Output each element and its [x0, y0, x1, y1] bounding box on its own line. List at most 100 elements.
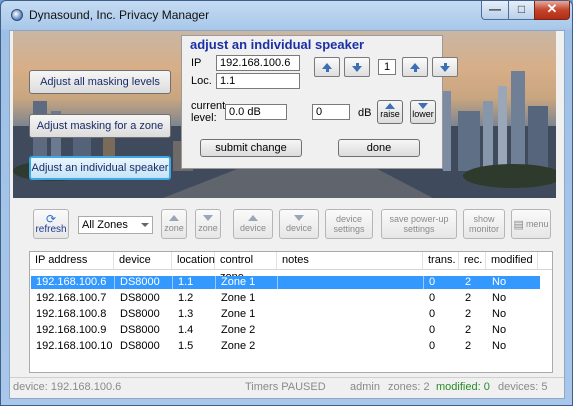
current-level-label-2: level:	[191, 112, 217, 124]
window-title: Dynasound, Inc. Privacy Manager	[29, 8, 210, 22]
cell-ip: 192.168.100.8	[36, 308, 107, 320]
index-field[interactable]: 1	[378, 59, 396, 75]
cell-device: DS8000	[120, 308, 160, 320]
cell-zone: Zone 1	[221, 308, 256, 320]
index-down-button[interactable]	[432, 57, 458, 77]
cell-modified: No	[492, 324, 507, 336]
column-header-device[interactable]: device	[114, 252, 172, 269]
status-user: admin	[350, 381, 380, 393]
arrow-down-icon	[440, 65, 450, 72]
table-row[interactable]: 192.168.100.9 DS8000 1.4 Zone 2 0 2 No	[31, 324, 540, 337]
index-up-button[interactable]	[402, 57, 428, 77]
column-header-location[interactable]: location	[172, 252, 215, 269]
cell-ip: 192.168.100.9	[36, 324, 107, 336]
table-row[interactable]: 192.168.100.10 DS8000 1.5 Zone 2 0 2 No	[31, 340, 540, 353]
status-modified: modified: 0	[436, 381, 490, 393]
cell-notes	[278, 324, 283, 337]
table-row[interactable]: 192.168.100.6 DS8000 1.1 Zone 1 0 2 No	[31, 276, 540, 289]
submit-change-button[interactable]: submit change	[200, 139, 302, 157]
panel-title: adjust an individual speaker	[190, 37, 365, 52]
column-header-notes[interactable]: notes	[277, 252, 423, 269]
refresh-icon: ⟳	[45, 211, 57, 226]
device-down-label: device	[285, 223, 312, 233]
table-row[interactable]: 192.168.100.7 DS8000 1.2 Zone 1 0 2 No	[31, 292, 540, 305]
device-down-button[interactable]: device	[279, 209, 319, 239]
cell-device: DS8000	[120, 292, 160, 304]
close-button[interactable]: ✕	[534, 1, 570, 20]
ip-field[interactable]: 192.168.100.6	[216, 55, 300, 71]
cell-rec: 2	[465, 324, 472, 336]
minimize-button[interactable]: —	[481, 1, 509, 20]
raise-button[interactable]: raise	[377, 100, 403, 124]
ip-down-button[interactable]	[344, 57, 370, 77]
cell-ip: 192.168.100.6	[36, 276, 107, 288]
arrow-up-icon	[169, 215, 179, 221]
title-bar[interactable]: Dynasound, Inc. Privacy Manager — □ ✕	[1, 1, 572, 29]
zone-up-button[interactable]: zone	[161, 209, 187, 239]
status-timers: Timers PAUSED	[245, 381, 326, 393]
cell-trans: 0	[429, 276, 436, 288]
cell-trans: 0	[429, 340, 436, 352]
cell-modified: No	[492, 340, 507, 352]
zone-down-button[interactable]: zone	[195, 209, 221, 239]
adjust-all-masking-button[interactable]: Adjust all masking levels	[29, 70, 171, 94]
cell-rec: 2	[465, 276, 472, 288]
cell-ip: 192.168.100.7	[36, 292, 107, 304]
ip-up-button[interactable]	[314, 57, 340, 77]
cell-zone: Zone 1	[221, 292, 256, 304]
toolbar: ⟳ refresh All Zones zone zone device dev…	[21, 209, 561, 239]
column-header-modified[interactable]: modified	[486, 252, 538, 269]
arrow-up-icon	[248, 215, 258, 221]
cell-zone: Zone 2	[221, 340, 256, 352]
refresh-button[interactable]: ⟳ refresh	[33, 209, 69, 239]
cell-rec: 2	[465, 292, 472, 304]
lower-label: lower	[412, 109, 434, 119]
table-row[interactable]: 192.168.100.8 DS8000 1.3 Zone 1 0 2 No	[31, 308, 540, 321]
status-bar: device: 192.168.100.6 Timers PAUSED admi…	[10, 377, 564, 397]
adjust-individual-speaker-button[interactable]: Adjust an individual speaker	[29, 156, 171, 180]
status-zones: zones: 2	[388, 381, 430, 393]
arrow-down-icon	[294, 215, 304, 221]
device-up-label: device	[239, 223, 266, 233]
cell-trans: 0	[429, 308, 436, 320]
arrow-stem-icon	[325, 68, 329, 72]
cell-trans: 0	[429, 324, 436, 336]
menu-button[interactable]: ▤ menu	[511, 209, 551, 239]
column-header-trans[interactable]: trans.	[423, 252, 459, 269]
cell-notes	[278, 276, 283, 289]
adjust-db-field[interactable]: 0	[312, 104, 350, 120]
cell-trans: 0	[429, 292, 436, 304]
arrow-down-icon	[352, 65, 362, 72]
device-table: IP address device location control zone …	[29, 251, 553, 373]
cell-zone: Zone 2	[221, 324, 256, 336]
device-up-button[interactable]: device	[233, 209, 273, 239]
show-monitor-label-1: show	[473, 214, 495, 224]
lower-button[interactable]: lower	[410, 100, 436, 124]
device-settings-button[interactable]: device settings	[325, 209, 373, 239]
cell-rec: 2	[465, 308, 472, 320]
adjust-zone-masking-button[interactable]: Adjust masking for a zone	[29, 114, 171, 138]
current-level-field: 0.0 dB	[225, 104, 287, 120]
minimize-icon: —	[489, 2, 501, 16]
column-header-ip[interactable]: IP address	[30, 252, 114, 269]
cell-location: 1.4	[178, 324, 194, 336]
cell-rec: 2	[465, 340, 472, 352]
status-device: device: 192.168.100.6	[13, 381, 122, 393]
refresh-label: refresh	[35, 223, 67, 235]
cell-location: 1.5	[178, 340, 194, 352]
menu-icon: ▤	[513, 218, 524, 231]
table-header: IP address device location control zone …	[30, 252, 552, 283]
column-header-control-zone[interactable]: control zone	[215, 252, 277, 283]
show-monitor-label-2: monitor	[468, 224, 499, 234]
zone-select[interactable]: All Zones	[78, 216, 153, 234]
cell-device: DS8000	[120, 324, 160, 336]
done-button[interactable]: done	[338, 139, 420, 157]
chevron-down-icon	[141, 223, 149, 227]
save-powerup-settings-button[interactable]: save power-up settings	[381, 209, 457, 239]
cell-zone: Zone 1	[221, 276, 256, 288]
column-header-rec[interactable]: rec.	[459, 252, 486, 269]
status-devices: devices: 5	[498, 381, 548, 393]
show-monitor-button[interactable]: show monitor	[463, 209, 505, 239]
maximize-button[interactable]: □	[508, 1, 535, 20]
loc-field[interactable]: 1.1	[216, 73, 300, 89]
